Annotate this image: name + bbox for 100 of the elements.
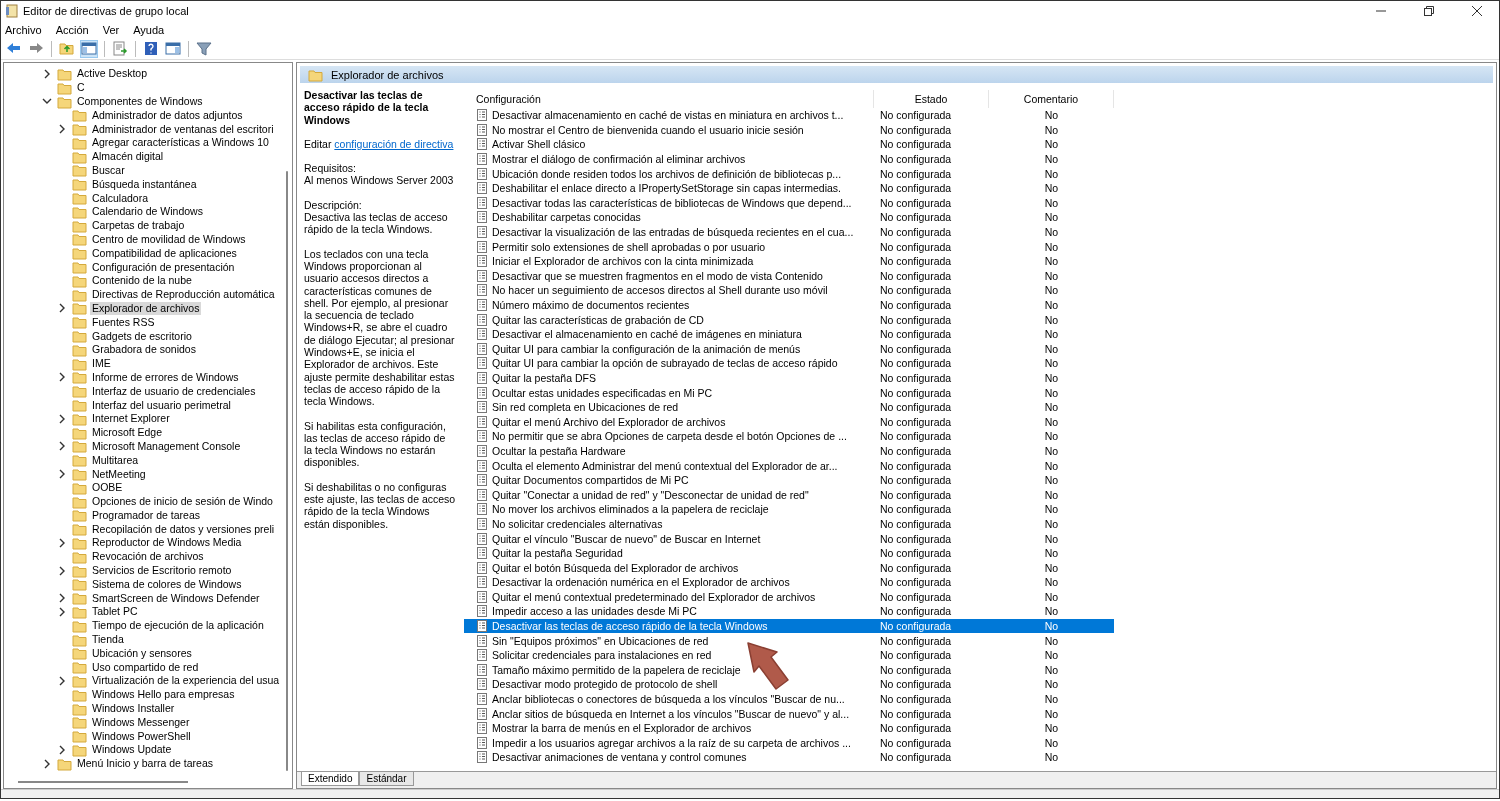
table-row[interactable]: Iniciar el Explorador de archivos con la cinta minimizada No configurada No bbox=[464, 253, 1114, 269]
tree-item[interactable]: Informe de errores de Windows bbox=[90, 370, 241, 384]
table-row[interactable]: Desactivar las teclas de acceso rápido de la tecla Windows No configurada No bbox=[464, 618, 1114, 634]
tree-item[interactable]: Sistema de colores de Windows bbox=[90, 577, 244, 591]
table-row[interactable]: No solicitar credenciales alternativas No configurada No bbox=[464, 516, 1114, 532]
table-row[interactable]: Impedir acceso a las unidades desde Mi PC No configurada No bbox=[464, 604, 1114, 619]
table-row[interactable]: Oculta el elemento Administrar del menú contextual del Explorador de ar... No configurada No bbox=[464, 458, 1114, 473]
tree-item[interactable]: Gadgets de escritorio bbox=[90, 329, 194, 343]
tree-item[interactable]: Windows Messenger bbox=[90, 715, 192, 729]
tree-item[interactable]: Opciones de inicio de sesión de Windo bbox=[90, 495, 275, 509]
tree-item[interactable]: Windows Update bbox=[90, 743, 174, 757]
tree-item[interactable]: Internet Explorer bbox=[90, 412, 172, 426]
console-tree-button[interactable] bbox=[80, 39, 98, 58]
table-row[interactable]: Quitar el vínculo "Buscar de nuevo" de Buscar en Internet No configurada No bbox=[464, 531, 1114, 546]
tree-item[interactable]: Fuentes RSS bbox=[90, 315, 157, 329]
tree-item[interactable]: Centro de movilidad de Windows bbox=[90, 232, 248, 246]
tree-item[interactable]: Microsoft Edge bbox=[90, 426, 165, 440]
table-row[interactable]: Desactivar modo protegido de protocolo de shell No configurada No bbox=[464, 677, 1114, 692]
table-row[interactable]: Quitar el botón Búsqueda del Explorador de archivos No configurada No bbox=[464, 560, 1114, 575]
table-row[interactable]: No mostrar el Centro de bienvenida cuando el usuario inicie sesión No configurada No bbox=[464, 122, 1114, 138]
tree-item[interactable]: Búsqueda instantánea bbox=[90, 177, 199, 191]
tree-item[interactable]: Windows Installer bbox=[90, 702, 177, 716]
tree-item[interactable]: Multitarea bbox=[90, 453, 141, 467]
tree-item[interactable]: Administrador de datos adjuntos bbox=[90, 108, 245, 122]
tree-item[interactable]: Contenido de la nube bbox=[90, 274, 194, 288]
tree-item[interactable]: Microsoft Management Console bbox=[90, 439, 243, 453]
menu-item[interactable]: Ver bbox=[102, 23, 120, 36]
tree-item[interactable]: Uso compartido de red bbox=[90, 660, 201, 674]
table-row[interactable]: No permitir que se abra Opciones de carpeta desde el botón Opciones de ... No configurada No bbox=[464, 429, 1114, 444]
scrollbar-thumb[interactable] bbox=[18, 781, 188, 783]
scrollbar-thumb[interactable] bbox=[286, 171, 288, 771]
table-row[interactable]: Desactivar la ordenación numérica en el Explorador de archivos No configurada No bbox=[464, 575, 1114, 590]
action-pane-button[interactable] bbox=[164, 39, 182, 58]
table-row[interactable]: Desactivar todas las características de bibliotecas de Windows que depend... No configurada No bbox=[464, 195, 1114, 211]
export-list-button[interactable] bbox=[111, 39, 129, 58]
tree-item[interactable]: Componentes de Windows bbox=[75, 95, 205, 108]
tree-item[interactable]: Explorador de archivos bbox=[90, 301, 202, 315]
policy-link[interactable]: configuración de directiva bbox=[334, 137, 454, 150]
table-row[interactable]: Quitar Documentos compartidos de Mi PC No configurada No bbox=[464, 472, 1114, 488]
table-row[interactable]: Sin red completa en Ubicaciones de red No configurada No bbox=[464, 399, 1114, 415]
tree-item[interactable]: OOBE bbox=[90, 481, 125, 495]
tree-item[interactable]: Windows Hello para empresas bbox=[90, 688, 237, 702]
table-row[interactable]: Activar Shell clásico No configurada No bbox=[464, 137, 1114, 152]
tree-item[interactable]: Buscar bbox=[90, 163, 127, 177]
table-row[interactable]: Desactivar almacenamiento en caché de vistas en miniatura en archivos t... No configurada No bbox=[464, 108, 1114, 123]
table-row[interactable]: Quitar UI para cambiar la configuración de la animación de menús No configurada No bbox=[464, 341, 1114, 357]
table-row[interactable]: Quitar la pestaña Seguridad No configurada No bbox=[464, 545, 1114, 561]
table-row[interactable]: Desactivar que se muestren fragmentos en el modo de vista Contenido No configurada No bbox=[464, 268, 1114, 284]
tree-item[interactable]: Active Desktop bbox=[75, 67, 150, 81]
table-row[interactable]: Anclar bibliotecas o conectores de búsqueda a los vínculos "Buscar de nu... No configurada No bbox=[464, 691, 1114, 707]
tree-item[interactable]: Recopilación de datos y versiones preli bbox=[90, 522, 277, 536]
table-row[interactable]: Impedir a los usuarios agregar archivos a la raíz de su carpeta de archivos ... No configurada No bbox=[464, 735, 1114, 751]
tree-item[interactable]: Tienda bbox=[90, 633, 126, 647]
table-row[interactable]: Deshabilitar carpetas conocidas No configurada No bbox=[464, 210, 1114, 225]
tree-item[interactable]: Ubicación y sensores bbox=[90, 646, 194, 660]
column-header[interactable]: Comentario bbox=[989, 90, 1114, 108]
tree-item[interactable]: Compatibilidad de aplicaciones bbox=[90, 246, 239, 260]
tree-item[interactable]: Grabadora de sonidos bbox=[90, 343, 198, 357]
tree-item[interactable]: Programador de tareas bbox=[90, 508, 202, 522]
table-row[interactable]: Quitar la pestaña DFS No configurada No bbox=[464, 370, 1114, 386]
tree-item[interactable]: Interfaz del usuario perimetral bbox=[90, 398, 233, 412]
table-row[interactable]: Solicitar credenciales para instalaciones en red No configurada No bbox=[464, 647, 1114, 663]
tree-item[interactable]: Interfaz de usuario de credenciales bbox=[90, 384, 258, 398]
filter-button[interactable] bbox=[195, 39, 213, 58]
column-header[interactable]: Estado bbox=[874, 90, 989, 108]
table-row[interactable]: Desactivar el almacenamiento en caché de imágenes en miniatura No configurada No bbox=[464, 326, 1114, 342]
tree-item[interactable]: SmartScreen de Windows Defender bbox=[90, 591, 262, 605]
table-row[interactable]: No mover los archivos eliminados a la papelera de reciclaje No configurada No bbox=[464, 502, 1114, 517]
tree-item[interactable]: Directivas de Reproducción automática bbox=[90, 288, 277, 302]
tree-item[interactable]: Reproductor de Windows Media bbox=[90, 536, 244, 550]
table-row[interactable]: No hacer un seguimiento de accesos directos al Shell durante uso móvil No configurada No bbox=[464, 283, 1114, 298]
table-row[interactable]: Quitar el menú contextual predeterminado del Explorador de archivos No configurada No bbox=[464, 589, 1114, 605]
column-header[interactable]: Configuración bbox=[464, 90, 874, 108]
tree-item[interactable]: Almacén digital bbox=[90, 150, 166, 164]
menu-item[interactable]: Ayuda bbox=[133, 23, 165, 36]
view-tab[interactable]: Estándar bbox=[359, 772, 414, 786]
tree-item[interactable]: Configuración de presentación bbox=[90, 260, 237, 274]
table-row[interactable]: Quitar UI para cambiar la opción de subrayado de teclas de acceso rápido No configurada No bbox=[464, 356, 1114, 371]
table-row[interactable]: Deshabilitar el enlace directo a IPropertySetStorage sin capas intermedias. No configurada No bbox=[464, 180, 1114, 196]
table-row[interactable]: Quitar las características de grabación de CD No configurada No bbox=[464, 312, 1114, 327]
table-row[interactable]: Ocultar estas unidades especificadas en Mi PC No configurada No bbox=[464, 385, 1114, 400]
table-row[interactable]: Quitar el menú Archivo del Explorador de archivos No configurada No bbox=[464, 414, 1114, 430]
tree-item[interactable]: NetMeeting bbox=[90, 467, 148, 481]
tree-item[interactable]: Revocación de archivos bbox=[90, 550, 206, 564]
help-button[interactable] bbox=[142, 39, 160, 58]
table-row[interactable]: Permitir solo extensiones de shell aprobadas o por usuario No configurada No bbox=[464, 239, 1114, 254]
table-row[interactable]: Desactivar animaciones de ventana y control comunes No configurada No bbox=[464, 750, 1114, 765]
tree-item[interactable]: Administrador de ventanas del escritori bbox=[90, 122, 276, 136]
tree-item[interactable]: Tablet PC bbox=[90, 605, 140, 619]
menu-item[interactable]: Acción bbox=[55, 23, 89, 36]
table-row[interactable]: Mostrar la barra de menús en el Explorador de archivos No configurada No bbox=[464, 720, 1114, 736]
tree-item[interactable]: Servicios de Escritorio remoto bbox=[90, 564, 234, 578]
tree-item[interactable]: Calendario de Windows bbox=[90, 205, 205, 219]
menu-item[interactable]: Archivo bbox=[5, 23, 42, 36]
tree-item[interactable]: Virtualización de la experiencia del usua bbox=[90, 674, 282, 688]
tree-item[interactable]: Tiempo de ejecución de la aplicación bbox=[90, 619, 266, 633]
table-row[interactable]: Anclar sitios de búsqueda en Internet a los vínculos "Buscar de nuevo" y al... No configurada No bbox=[464, 706, 1114, 721]
table-row[interactable]: Mostrar el diálogo de confirmación al eliminar archivos No configurada No bbox=[464, 151, 1114, 167]
view-tab[interactable]: Extendido bbox=[301, 772, 360, 786]
tree-item[interactable]: Menú Inicio y barra de tareas bbox=[75, 757, 215, 771]
